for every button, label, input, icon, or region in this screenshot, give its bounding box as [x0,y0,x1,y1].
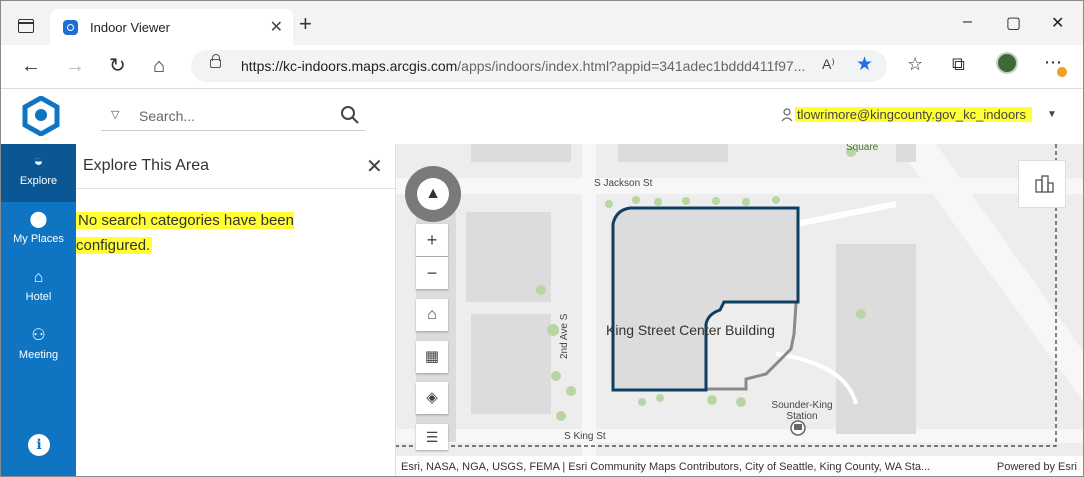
compass-needle-icon[interactable]: ▲ [417,178,449,210]
square-label: Square [846,144,879,153]
building-floors-icon [1035,175,1054,193]
refresh-icon[interactable]: ↻ [109,54,126,78]
collections-icon[interactable]: ⧉ [952,54,965,75]
rail-item-label: Hotel [25,291,52,303]
attribution-text: Esri, NASA, NGA, USGS, FEMA | Esri Commu… [401,461,931,473]
map-view[interactable]: King Street Center Building S Jackson St… [396,144,1083,476]
panel-title: Explore This Area [83,157,209,174]
info-icon[interactable]: i [28,434,50,456]
user-name[interactable]: tlowrimore@kingcounty.gov_kc_indoors [795,107,1033,122]
url-text[interactable]: https://kc-indoors.maps.arcgis.com/apps/… [241,58,805,74]
globe-icon: ◒ [33,153,44,170]
powered-by-esri[interactable]: Powered by Esri [997,456,1077,476]
lock-icon[interactable] [210,54,221,68]
street-label-king: S King St [564,431,606,442]
search-input[interactable] [139,105,329,127]
rail-item-explore[interactable]: ◒ Explore [1,144,76,202]
search-bar: ▽ [101,101,365,131]
nav-rail: ◒ Explore ⬤ My Places ⌂ Hotel ⚇ Meeting … [1,144,76,476]
read-aloud-icon[interactable]: A⁾ [822,56,835,73]
app-header: ▽ tlowrimore@kingcounty.gov_kc_indoors ▼ [1,90,1083,144]
close-window-button[interactable]: ✕ [1051,13,1064,33]
favorite-star-icon[interactable]: ★ [856,53,873,76]
extension-icon[interactable] [996,52,1018,74]
search-source-dropdown-icon[interactable]: ▽ [111,108,119,121]
street-label-2nd-ave: 2nd Ave S [559,313,570,359]
zoom-out-button[interactable]: − [416,257,448,289]
rail-item-my-places[interactable]: ⬤ My Places [1,202,76,260]
rail-item-label: My Places [13,233,64,245]
back-icon[interactable]: ← [21,54,41,78]
building-label[interactable]: King Street Center Building [606,322,775,338]
search-icon[interactable] [339,104,361,126]
favicon-icon [63,20,78,35]
minimize-button[interactable]: – [963,13,972,31]
update-badge-icon [1057,67,1067,77]
street-label-jackson: S Jackson St [594,178,653,189]
map-attribution: Esri, NASA, NGA, USGS, FEMA | Esri Commu… [396,456,1083,476]
address-bar[interactable]: https://kc-indoors.maps.arcgis.com/apps/… [191,50,887,82]
favorites-icon[interactable]: ☆ [907,54,923,75]
zoom-in-button[interactable]: + [416,224,448,256]
tab-actions-icon[interactable] [18,19,34,33]
empty-categories-message: No search categories have been configure… [76,212,294,254]
rail-item-label: Explore [19,175,58,187]
browser-window: Indoor Viewer ✕ + – ▢ ✕ ← → ↻ ⌂ https://… [0,0,1084,477]
meeting-icon: ⚇ [31,327,46,344]
explore-panel: Explore This Area ✕ No search categories… [76,144,396,476]
layers-button[interactable]: ◈ [416,382,448,414]
forward-icon: → [65,55,85,77]
home-view-button[interactable]: ⌂ [416,299,448,331]
qr-code-button[interactable]: ▦ [416,341,448,373]
station-label: Sounder-King Station [771,400,833,422]
rail-item-hotel[interactable]: ⌂ Hotel [1,260,76,318]
basemap [396,144,1083,456]
rail-item-meeting[interactable]: ⚇ Meeting [1,318,76,376]
tab-bar: Indoor Viewer ✕ + – ▢ ✕ [1,1,1083,45]
pin-icon: ⬤ [29,211,48,228]
maximize-button[interactable]: ▢ [1006,13,1021,33]
panel-header: Explore This Area ✕ [76,144,396,189]
close-icon[interactable]: ✕ [366,154,383,179]
rail-item-label: Meeting [18,349,59,361]
new-tab-button[interactable]: + [299,13,312,35]
floor-picker-button[interactable] [1018,160,1066,208]
legend-button[interactable]: ☰ [416,424,448,450]
user-icon [781,108,793,122]
tab-close-icon[interactable]: ✕ [270,17,283,37]
indoors-logo-icon[interactable] [21,96,61,136]
home-icon[interactable]: ⌂ [153,54,165,78]
compass-control[interactable]: ▲ [405,166,461,222]
tab-title: Indoor Viewer [90,20,170,35]
user-caret-icon[interactable]: ▼ [1047,109,1057,120]
browser-tab[interactable]: Indoor Viewer ✕ [50,9,293,45]
hotel-icon: ⌂ [33,269,44,286]
